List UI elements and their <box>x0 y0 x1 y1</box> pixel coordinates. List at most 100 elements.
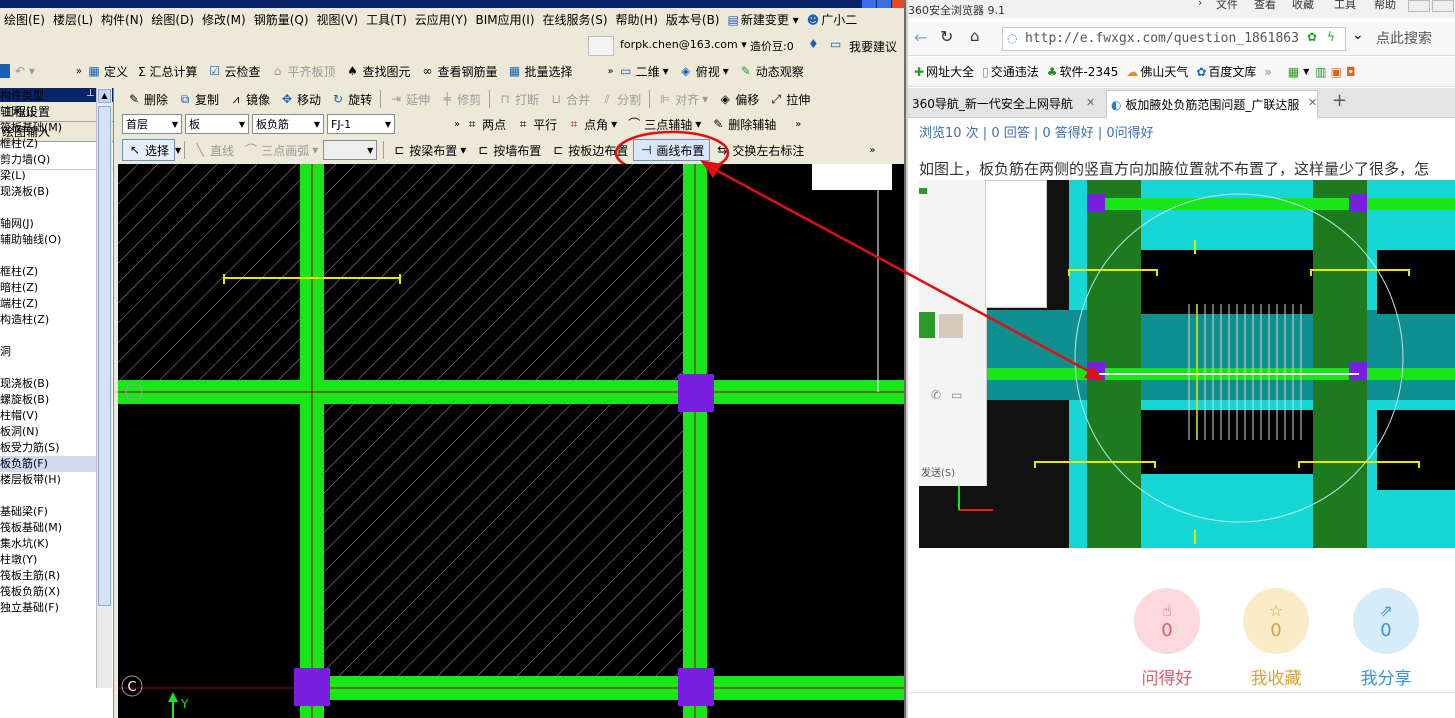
line-button[interactable]: ╲ 直线 <box>188 139 239 161</box>
window-control-button[interactable] <box>1408 0 1430 12</box>
new-tab-icon[interactable]: + <box>1332 90 1347 111</box>
tree-item[interactable]: 洞 <box>0 344 96 360</box>
slab-hatch[interactable] <box>118 164 300 380</box>
subtype-select[interactable]: 板负筋 ▼ <box>252 114 324 134</box>
copy-button[interactable]: ⧉ 复制 <box>173 88 224 110</box>
menu-new-change[interactable]: ▤ 新建变更 ▾ <box>724 11 803 28</box>
tree-item[interactable]: 框柱(Z) <box>0 136 96 152</box>
tree-item[interactable]: 构件类型 <box>0 88 96 104</box>
menu-help[interactable]: 帮助(H) <box>612 11 662 28</box>
minimize-button[interactable] <box>862 0 876 8</box>
leaf-icon[interactable]: ✿ <box>1307 30 1317 44</box>
tree-item[interactable]: 辅助轴线(O) <box>0 232 96 248</box>
phone-icon[interactable]: ✆ <box>931 388 941 402</box>
tree-item[interactable]: 柱帽(V) <box>0 408 96 424</box>
2d-view-button[interactable]: ▭ 二维 ▾ <box>614 60 674 82</box>
tab-close-icon[interactable]: ✕ <box>1308 96 1317 109</box>
dropdown-chevron-icon[interactable]: ⌄ <box>1352 27 1364 43</box>
extend-button[interactable]: ⇥ 延伸 <box>384 88 435 110</box>
menu-assistant[interactable]: ☻ 广小二 <box>803 11 862 28</box>
tree-item[interactable]: 板洞(N) <box>0 424 96 440</box>
browser-menu-file[interactable]: 文件 <box>1216 0 1238 12</box>
favorite-link[interactable]: 百度文库 <box>1208 63 1256 80</box>
favorite-link[interactable]: 佛山天气 <box>1140 63 1188 80</box>
share-circle[interactable]: ⇗ 0 <box>1353 588 1419 654</box>
batch-select-button[interactable]: ▦ 批量选择 <box>503 60 578 82</box>
rotate-button[interactable]: ↻ 旋转 <box>326 88 377 110</box>
menu-floor[interactable]: 楼层(L) <box>49 11 97 28</box>
menu-online[interactable]: 在线服务(S) <box>539 11 612 28</box>
summary-calc-button[interactable]: Σ 汇总计算 <box>133 60 202 82</box>
align-top-button[interactable]: ⌂ 平齐板顶 <box>265 60 340 82</box>
tree-item[interactable]: 暗柱(Z) <box>0 280 96 296</box>
slab-hatch[interactable] <box>324 164 692 380</box>
user-email[interactable]: forpk.chen@163.com ▾ <box>620 38 747 51</box>
cloud-check-button[interactable]: ☑ 云检查 <box>202 60 265 82</box>
send-button[interactable]: 发送(S) <box>921 464 955 479</box>
tree-item[interactable]: 柱墩(Y) <box>0 552 96 568</box>
reader-icon[interactable]: ▥ <box>1315 65 1326 79</box>
share-action[interactable]: ⇗ 0 我分享 <box>1346 588 1426 689</box>
favorite-link[interactable]: 交通违法 <box>991 63 1039 80</box>
tab-close-icon[interactable]: ✕ <box>1086 96 1095 109</box>
tree-item[interactable]: 构造柱(Z) <box>0 312 96 328</box>
overflow-chevron-icon[interactable]: » <box>795 119 801 130</box>
scroll-thumb[interactable] <box>98 106 111 606</box>
floor-select[interactable]: 首层 ▼ <box>122 114 182 134</box>
scroll-up-icon[interactable]: ▲ <box>98 89 111 103</box>
tree-item[interactable]: 端柱(Z) <box>0 296 96 312</box>
suggest-button[interactable]: 我要建议 <box>849 38 897 55</box>
slab-hatch[interactable] <box>324 404 692 676</box>
tree-item[interactable]: 剪力墙(Q) <box>0 152 96 168</box>
undo-button[interactable]: ↶ ▾ <box>10 60 40 82</box>
favorite-circle[interactable]: ☆ 0 <box>1243 588 1309 654</box>
tree-item[interactable]: 筏板主筋(R) <box>0 568 96 584</box>
lightning-icon[interactable]: ϟ <box>1327 30 1335 44</box>
parallel-axis-button[interactable]: ⌗ 平行 <box>511 113 562 135</box>
offset-button[interactable]: ◈ 偏移 <box>713 88 764 110</box>
tree-item[interactable]: 轴网(J) <box>0 216 96 232</box>
favorite-action[interactable]: ☆ 0 我收藏 <box>1236 588 1316 689</box>
column[interactable] <box>678 668 714 706</box>
stretch-button[interactable]: ⤢ 拉伸 <box>764 88 815 110</box>
tree-item[interactable] <box>0 488 96 504</box>
define-button[interactable]: ▦ 定义 <box>82 60 133 82</box>
apps-dropdown-icon[interactable]: ▼ <box>1303 67 1309 76</box>
avatar[interactable] <box>939 314 963 338</box>
tree-item[interactable] <box>0 328 96 344</box>
good-question-circle[interactable]: ☝ 0 <box>1134 588 1200 654</box>
tree-item[interactable] <box>0 200 96 216</box>
menu-cloud[interactable]: 云应用(Y) <box>411 11 472 28</box>
browser-menu-view[interactable]: 查看 <box>1254 0 1276 12</box>
column[interactable] <box>294 668 330 706</box>
type-select[interactable]: 板 ▼ <box>185 114 249 134</box>
menu-view[interactable]: 视图(V) <box>313 11 363 28</box>
menu-version[interactable]: 版本号(B) <box>662 11 724 28</box>
tree-item[interactable]: 轴网(J) <box>0 104 96 120</box>
tab-question[interactable]: ◐ 板加腋处负筋范围问题_广联达服 <box>1106 90 1318 118</box>
more-chevron-icon[interactable]: » <box>1264 65 1271 79</box>
tree-item[interactable]: 螺旋板(B) <box>0 392 96 408</box>
trim-button[interactable]: ╪ 修剪 <box>435 88 486 110</box>
select-dropdown-icon[interactable]: ▼ <box>175 146 181 155</box>
tab-360-nav[interactable]: 360导航_新一代安全上网导航 <box>908 90 1102 118</box>
tree-item[interactable]: 现浇板(B) <box>0 376 96 392</box>
arc-option-select[interactable]: ▼ <box>323 140 378 160</box>
tree-item[interactable]: 板受力筋(S) <box>0 440 96 456</box>
account-avatar[interactable] <box>588 36 614 56</box>
favorite-link[interactable]: 软件-2345 <box>1059 63 1118 80</box>
tree-item[interactable]: 独立基础(F) <box>0 600 96 616</box>
by-beam-button[interactable]: ⊏ 按梁布置 ▾ <box>387 139 471 161</box>
tree-item[interactable]: 筏板负筋(X) <box>0 584 96 600</box>
browser-menu-tools[interactable]: 工具 <box>1334 0 1356 12</box>
select-button[interactable]: ↖ 选择 <box>122 139 176 161</box>
tree-item[interactable]: 板负筋(F) <box>0 456 96 472</box>
maximize-button[interactable] <box>877 0 891 8</box>
tree-item[interactable]: 现浇板(B) <box>0 184 96 200</box>
item-select[interactable]: FJ-1 ▼ <box>327 114 395 134</box>
drawing-canvas[interactable]: C Y <box>118 164 904 718</box>
merge-button[interactable]: ⊔ 合并 <box>544 88 595 110</box>
two-point-axis-button[interactable]: ⌗ 两点 <box>460 113 511 135</box>
apps-icon[interactable]: ▦ <box>1288 65 1299 79</box>
back-icon[interactable]: ← <box>914 28 927 47</box>
